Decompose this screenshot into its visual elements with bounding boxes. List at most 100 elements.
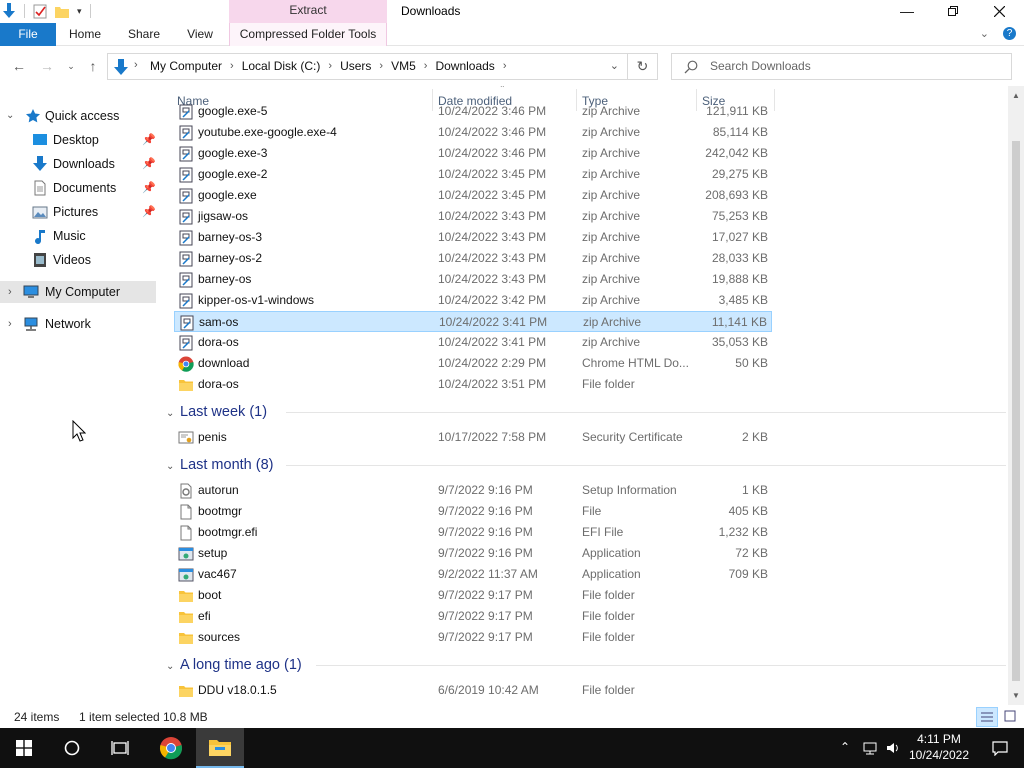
file-row[interactable]: sam-os 10/24/2022 3:41 PM zip Archive 11,14…	[174, 311, 772, 332]
close-button[interactable]	[976, 0, 1022, 23]
file-row[interactable]: penis 10/17/2022 7:58 PM Security Certific…	[174, 427, 772, 448]
file-row[interactable]: efi 9/7/2022 9:17 PM File folder	[174, 606, 772, 627]
pin-icon[interactable]: 📌	[142, 129, 156, 151]
pin-icon[interactable]: 📌	[142, 201, 156, 223]
breadcrumb-separator-icon[interactable]: ›	[499, 60, 511, 72]
chevron-right-icon[interactable]: ›	[8, 281, 12, 303]
file-row[interactable]: dora-os 10/24/2022 3:41 PM zip Archive 35,0…	[174, 332, 772, 353]
file-row[interactable]: download 10/24/2022 2:29 PM Chrome HTML Do…	[174, 353, 772, 374]
file-size: 709 KB	[728, 567, 768, 581]
forward-button[interactable]: →	[38, 57, 56, 75]
back-button[interactable]: ←	[10, 57, 28, 75]
breadcrumb-downloads[interactable]: Downloads	[431, 59, 498, 73]
search-input[interactable]	[710, 59, 1000, 73]
file-row[interactable]: google.exe 10/24/2022 3:45 PM zip Archive 2…	[174, 185, 772, 206]
file-row[interactable]: google.exe-2 10/24/2022 3:45 PM zip Archiv…	[174, 164, 772, 185]
pin-icon[interactable]: 📌	[142, 153, 156, 175]
network-tray-icon[interactable]	[862, 740, 878, 756]
chevron-right-icon[interactable]: ›	[8, 313, 12, 335]
file-row[interactable]: dora-os 10/24/2022 3:51 PM File folder	[174, 374, 772, 395]
details-view-button[interactable]	[976, 707, 998, 727]
vertical-scrollbar[interactable]: ▲ ▼	[1008, 86, 1024, 705]
file-row[interactable]: google.exe-3 10/24/2022 3:46 PM zip Archiv…	[174, 143, 772, 164]
search-button[interactable]	[48, 728, 96, 768]
file-row[interactable]: barney-os 10/24/2022 3:43 PM zip Archive 19…	[174, 269, 772, 290]
download-arrow-icon[interactable]	[2, 3, 16, 19]
nav-item-my-computer[interactable]: › My Computer	[0, 281, 156, 303]
file-name: dora-os	[198, 335, 239, 349]
chevron-expanded-icon[interactable]: ⌄	[6, 105, 14, 127]
address-bar[interactable]: › My Computer › Local Disk (C:) › Users …	[107, 53, 628, 80]
file-row[interactable]: sources 9/7/2022 9:17 PM File folder	[174, 627, 772, 648]
file-type: File folder	[582, 377, 635, 391]
action-center-button[interactable]	[976, 728, 1024, 768]
file-row[interactable]: barney-os-3 10/24/2022 3:43 PM zip Archive…	[174, 227, 772, 248]
breadcrumb-separator-icon[interactable]: ›	[226, 60, 238, 72]
nav-item-pictures[interactable]: Pictures 📌	[0, 201, 156, 223]
group-header-last-week[interactable]: ⌄ Last week (1)	[166, 401, 1006, 423]
file-row[interactable]: DDU v18.0.1.5 6/6/2019 10:42 AM File folde…	[174, 680, 772, 701]
scroll-down-icon[interactable]: ▼	[1008, 688, 1024, 704]
file-row[interactable]: youtube.exe-google.exe-4 10/24/2022 3:46 …	[174, 122, 772, 143]
breadcrumb-separator-icon[interactable]: ›	[324, 60, 336, 72]
videos-icon	[34, 253, 46, 267]
file-row[interactable]: vac467 9/2/2022 11:37 AM Application 709 KB	[174, 564, 772, 585]
breadcrumb-separator-icon[interactable]: ›	[375, 60, 387, 72]
breadcrumb-local-disk[interactable]: Local Disk (C:)	[238, 59, 325, 73]
scroll-up-icon[interactable]: ▲	[1008, 88, 1024, 104]
task-view-button[interactable]	[96, 728, 144, 768]
nav-item-videos[interactable]: Videos	[0, 249, 156, 271]
group-divider	[286, 465, 1006, 466]
zip-archive-icon	[179, 188, 193, 204]
help-icon[interactable]: ?	[1003, 27, 1016, 40]
file-row[interactable]: kipper-os-v1-windows 10/24/2022 3:42 PM zi…	[174, 290, 772, 311]
file-row[interactable]: setup 9/7/2022 9:16 PM Application 72 KB	[174, 543, 772, 564]
volume-icon[interactable]	[885, 740, 901, 756]
start-button[interactable]	[0, 728, 48, 768]
nav-item-network[interactable]: › Network	[0, 313, 156, 335]
recent-locations-button[interactable]: ⌄	[62, 57, 80, 75]
file-row[interactable]: google.exe-5 10/24/2022 3:46 PM zip Archiv…	[174, 101, 772, 122]
group-header-last-month[interactable]: ⌄ Last month (8)	[166, 454, 1006, 476]
large-icons-view-button[interactable]	[1000, 707, 1022, 727]
column-divider[interactable]	[774, 89, 775, 111]
expand-ribbon-icon[interactable]: ⌄	[980, 27, 989, 40]
show-hidden-icons-icon[interactable]: ⌃	[840, 740, 850, 754]
taskbar-chrome[interactable]	[147, 728, 195, 768]
new-folder-icon[interactable]	[55, 3, 69, 19]
nav-item-music[interactable]: Music	[0, 225, 156, 247]
minimize-button[interactable]: —	[884, 0, 930, 23]
tab-home[interactable]: Home	[62, 23, 108, 46]
group-header-long-ago[interactable]: ⌄ A long time ago (1)	[166, 654, 1006, 676]
customize-toolbar-dropdown-icon[interactable]: ▾	[77, 6, 82, 17]
search-box[interactable]	[671, 53, 1012, 80]
address-history-dropdown-icon[interactable]: ⌄	[610, 59, 619, 72]
nav-item-downloads[interactable]: Downloads 📌	[0, 153, 156, 175]
tab-view[interactable]: View	[178, 23, 222, 46]
breadcrumb-users[interactable]: Users	[336, 59, 375, 73]
up-button[interactable]: ↑	[84, 57, 102, 75]
nav-item-documents[interactable]: Documents 📌	[0, 177, 156, 199]
network-icon	[24, 317, 38, 331]
breadcrumb-separator-icon[interactable]: ›	[420, 60, 432, 72]
pin-icon[interactable]: 📌	[142, 177, 156, 199]
scroll-thumb[interactable]	[1012, 141, 1020, 681]
taskbar-clock[interactable]: 4:11 PM 10/24/2022	[904, 731, 974, 763]
breadcrumb-my-computer[interactable]: My Computer	[146, 59, 226, 73]
file-row[interactable]: autorun 9/7/2022 9:16 PM Setup Information…	[174, 480, 772, 501]
nav-item-desktop[interactable]: Desktop 📌	[0, 129, 156, 151]
tab-file[interactable]: File	[0, 23, 56, 46]
nav-quick-access[interactable]: ⌄ Quick access	[0, 105, 156, 127]
refresh-button[interactable]: ↻	[628, 53, 658, 80]
file-row[interactable]: boot 9/7/2022 9:17 PM File folder	[174, 585, 772, 606]
file-row[interactable]: barney-os-2 10/24/2022 3:43 PM zip Archive…	[174, 248, 772, 269]
taskbar-file-explorer[interactable]	[196, 728, 244, 768]
breadcrumb-vm5[interactable]: VM5	[387, 59, 420, 73]
tab-compressed-folder-tools[interactable]: Compressed Folder Tools	[229, 23, 387, 46]
file-row[interactable]: jigsaw-os 10/24/2022 3:43 PM zip Archive 75…	[174, 206, 772, 227]
tab-share[interactable]: Share	[122, 23, 166, 46]
maximize-button[interactable]	[930, 0, 976, 23]
file-row[interactable]: bootmgr.efi 9/7/2022 9:16 PM EFI File 1,232…	[174, 522, 772, 543]
properties-icon[interactable]	[33, 3, 47, 19]
file-row[interactable]: bootmgr 9/7/2022 9:16 PM File 405 KB	[174, 501, 772, 522]
